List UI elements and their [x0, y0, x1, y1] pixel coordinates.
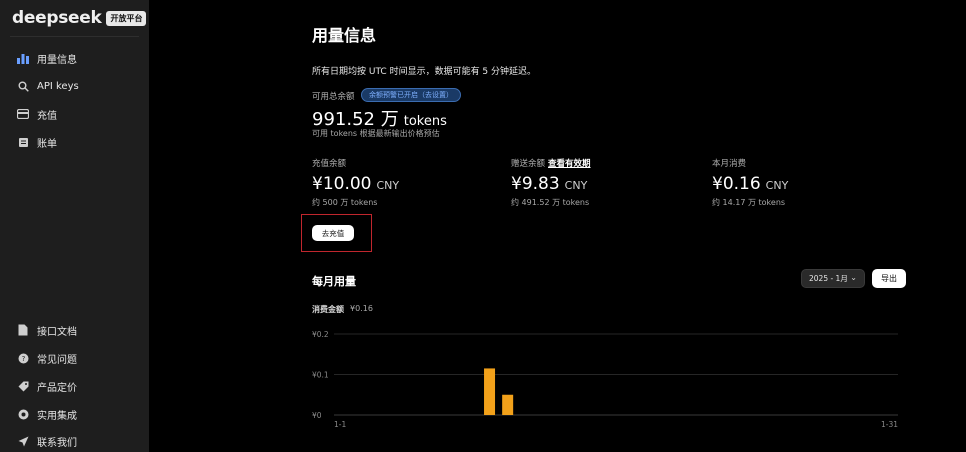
- sidebar-item-label: 充值: [37, 110, 57, 122]
- card-currency: CNY: [564, 179, 588, 192]
- sidebar-item-label: 账单: [37, 138, 57, 150]
- sidebar-item-label: 联系我们: [37, 437, 77, 449]
- sidebar-item-bills[interactable]: 账单: [0, 131, 149, 153]
- recharge-button[interactable]: 去充值: [312, 225, 354, 241]
- available-balance-unit: tokens: [403, 114, 447, 129]
- card-tokens: 约 500 万 tokens: [312, 198, 378, 207]
- brand-logo[interactable]: deepseek 开放平台: [12, 8, 147, 28]
- card-currency: CNY: [376, 179, 400, 192]
- bar-chart-icon: [17, 52, 29, 64]
- available-balance-note: 可用 tokens 根据最新输出价格预估: [312, 129, 440, 138]
- card-amount: ¥0.16: [712, 174, 761, 194]
- recharge-balance-card: 充值余额 ¥10.00 CNY 约 500 万 tokens: [312, 157, 399, 208]
- document-icon: [17, 324, 29, 336]
- sidebar-item-label: 常见问题: [37, 354, 77, 366]
- y-tick-label: ¥0.1: [312, 371, 329, 380]
- card-amount: ¥10.00: [312, 174, 372, 194]
- card-label: 赠送余额: [511, 159, 546, 169]
- consumption-label: 消费金额: [312, 305, 344, 314]
- consumption-summary: 消费金额 ¥0.16: [312, 304, 373, 315]
- consumption-value: ¥0.16: [350, 304, 373, 313]
- bill-icon: [17, 136, 29, 148]
- card-label: 本月消费: [712, 159, 747, 169]
- monthly-usage-title: 每月用量: [312, 275, 356, 288]
- page-title: 用量信息: [312, 26, 377, 45]
- search-icon: [17, 80, 29, 92]
- timezone-notice: 所有日期均按 UTC 时间显示，数据可能有 5 分钟延迟。: [312, 67, 537, 77]
- balance-alert-pill[interactable]: 余额预警已开启（去设置）: [361, 88, 461, 102]
- sidebar-item-usage[interactable]: 用量信息: [0, 47, 149, 69]
- x-tick-label: 1-31: [881, 420, 898, 429]
- card-tokens: 约 491.52 万 tokens: [511, 198, 590, 207]
- x-tick-label: 1-1: [334, 420, 346, 429]
- card-currency: CNY: [765, 179, 789, 192]
- month-select-value: 2025 - 1月: [809, 274, 848, 283]
- sidebar-item-api-keys[interactable]: API keys: [0, 75, 149, 97]
- sidebar-item-integrations[interactable]: 实用集成: [0, 403, 149, 425]
- available-balance-label: 可用总余额: [312, 92, 355, 102]
- send-icon: [17, 435, 29, 447]
- chevron-down-icon: ⌄: [850, 273, 857, 282]
- integration-icon: [17, 408, 29, 420]
- card-tokens: 约 14.17 万 tokens: [712, 198, 786, 207]
- export-button[interactable]: 导出: [872, 269, 906, 288]
- sidebar-item-label: 实用集成: [37, 410, 77, 422]
- sidebar: deepseek 开放平台 用量信息 API keys 充值 账单 接口文档 ?…: [0, 0, 149, 452]
- gift-balance-card: 赠送余额 查看有效期 ¥9.83 CNY 约 491.52 万 tokens: [511, 157, 591, 208]
- brand-badge: 开放平台: [106, 10, 147, 26]
- help-icon: ?: [17, 352, 29, 364]
- sidebar-item-docs[interactable]: 接口文档: [0, 319, 149, 341]
- sidebar-item-faq[interactable]: ? 常见问题: [0, 347, 149, 369]
- card-label: 充值余额: [312, 159, 347, 169]
- month-select[interactable]: 2025 - 1月 ⌄: [801, 269, 865, 288]
- sidebar-item-label: 用量信息: [37, 54, 77, 66]
- sidebar-divider: [10, 36, 139, 37]
- y-tick-label: ¥0.2: [312, 330, 329, 339]
- sidebar-item-contact[interactable]: 联系我们: [0, 430, 149, 452]
- y-tick-label: ¥0: [312, 411, 322, 420]
- wallet-icon: [17, 108, 29, 120]
- usage-bar[interactable]: [484, 368, 496, 415]
- view-expiry-link[interactable]: 查看有效期: [548, 157, 591, 169]
- sidebar-item-pricing[interactable]: 产品定价: [0, 375, 149, 397]
- sidebar-item-label: 产品定价: [37, 382, 77, 394]
- usage-bar-chart: ¥0 ¥0.1 ¥0.2 1-1 1-31: [312, 330, 898, 429]
- tag-icon: [17, 380, 29, 392]
- sidebar-item-recharge[interactable]: 充值: [0, 103, 149, 125]
- usage-bar[interactable]: [502, 394, 514, 415]
- monthly-spend-card: 本月消费 ¥0.16 CNY 约 14.17 万 tokens: [712, 157, 788, 208]
- svg-text:?: ?: [21, 355, 25, 363]
- brand-name: deepseek: [12, 8, 102, 28]
- sidebar-item-label: 接口文档: [37, 326, 77, 338]
- card-amount: ¥9.83: [511, 174, 560, 194]
- sidebar-item-label: API keys: [37, 80, 79, 92]
